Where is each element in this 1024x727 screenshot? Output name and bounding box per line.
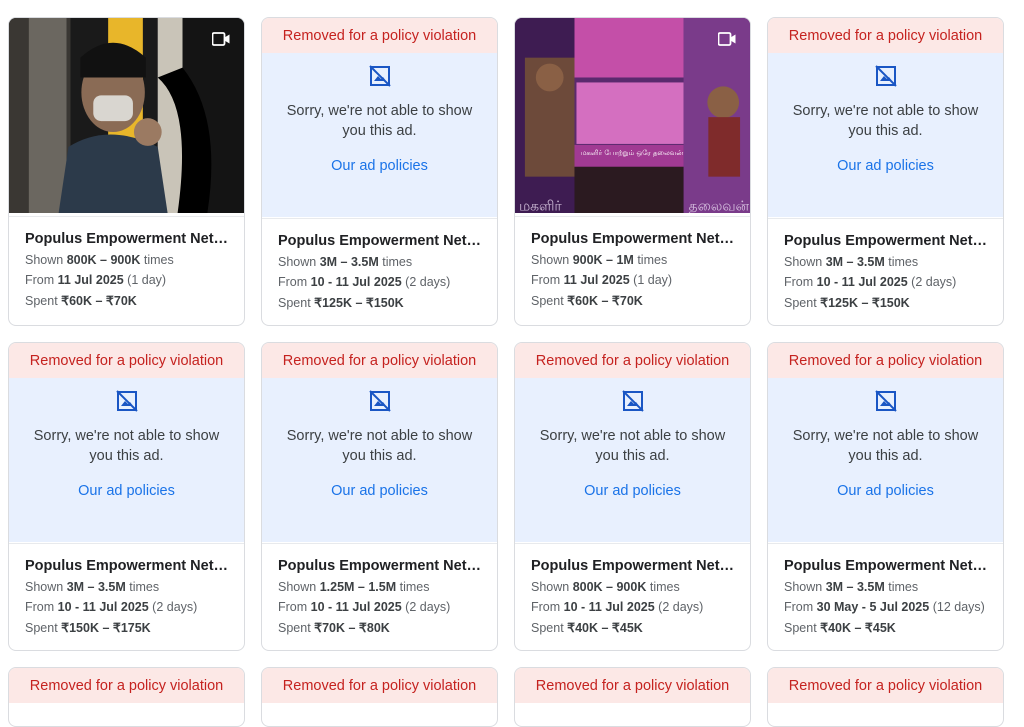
ad-policies-link[interactable]: Our ad policies <box>262 158 497 174</box>
removed-ad-placeholder: Sorry, we're not able to show you this ad… <box>9 378 244 542</box>
image-blocked-icon <box>621 390 644 412</box>
ad-thumbnail-photo <box>9 18 244 214</box>
spend-text: Spent ₹125K – ₹150K <box>784 296 910 310</box>
spend-text: Spent ₹70K – ₹80K <box>278 621 390 635</box>
removed-banner: Removed for a policy violation <box>768 18 1003 53</box>
spend-text: Spent ₹40K – ₹45K <box>531 621 643 635</box>
ad-card-1[interactable]: Populus Empowerment Netw... Shown 800K –… <box>8 17 245 326</box>
ad-card-info: Populus Empowerment Netw... Shown 3M – 3… <box>768 218 1003 325</box>
ad-card-10[interactable]: Removed for a policy violation <box>261 667 498 727</box>
date-range-text: From 11 Jul 2025 (1 day) <box>531 273 673 287</box>
removed-ad-placeholder: Sorry, we're not able to show you this ad… <box>515 378 750 542</box>
ad-card-12[interactable]: Removed for a policy violation <box>767 667 1004 727</box>
ad-card-info: Populus Empowerment Netw... Shown 800K –… <box>515 543 750 650</box>
ad-preview-image[interactable]: மகளிர் போற்றும் ஒரே தலைவன் மகளிர் தலைவன் <box>515 18 750 215</box>
spend-text: Spent ₹60K – ₹70K <box>25 294 137 308</box>
impressions-text: Shown 1.25M – 1.5M times <box>278 580 430 594</box>
image-blocked-icon <box>368 390 391 412</box>
impressions-text: Shown 800K – 900K times <box>531 580 680 594</box>
removed-banner: Removed for a policy violation <box>9 668 244 703</box>
removed-banner: Removed for a policy violation <box>262 668 497 703</box>
removed-banner: Removed for a policy violation <box>768 343 1003 378</box>
date-range-text: From 10 - 11 Jul 2025 (2 days) <box>278 275 451 289</box>
removed-banner: Removed for a policy violation <box>262 18 497 53</box>
impressions-text: Shown 800K – 900K times <box>25 253 174 267</box>
advertiser-name[interactable]: Populus Empowerment Netw... <box>531 558 736 574</box>
ad-card-7[interactable]: Removed for a policy violation Sorry, we… <box>514 342 751 651</box>
ad-overlay-caption: மகளிர் <box>519 198 562 213</box>
ad-policies-link[interactable]: Our ad policies <box>262 483 497 499</box>
ad-card-info: Populus Empowerment Netw... Shown 3M – 3… <box>262 218 497 325</box>
advertiser-name[interactable]: Populus Empowerment Netw... <box>25 231 230 247</box>
date-range-text: From 10 - 11 Jul 2025 (2 days) <box>531 600 704 614</box>
impressions-text: Shown 3M – 3.5M times <box>278 255 413 269</box>
spend-text: Spent ₹40K – ₹45K <box>784 621 896 635</box>
ad-card-9[interactable]: Removed for a policy violation <box>8 667 245 727</box>
removed-ad-placeholder: Sorry, we're not able to show you this ad… <box>262 53 497 217</box>
ad-card-info: Populus Empowerment Netw... Shown 3M – 3… <box>768 543 1003 650</box>
date-range-text: From 11 Jul 2025 (1 day) <box>25 273 167 287</box>
video-camera-icon <box>718 32 736 46</box>
ad-card-11[interactable]: Removed for a policy violation <box>514 667 751 727</box>
ad-card-6[interactable]: Removed for a policy violation Sorry, we… <box>261 342 498 651</box>
not-shown-message: Sorry, we're not able to show you this ad… <box>33 428 220 464</box>
not-shown-message: Sorry, we're not able to show you this ad… <box>792 103 979 139</box>
not-shown-message: Sorry, we're not able to show you this ad… <box>286 428 473 464</box>
removed-banner: Removed for a policy violation <box>768 668 1003 703</box>
advertiser-name[interactable]: Populus Empowerment Netw... <box>278 233 483 249</box>
not-shown-message: Sorry, we're not able to show you this ad… <box>792 428 979 464</box>
spend-text: Spent ₹60K – ₹70K <box>531 294 643 308</box>
ad-card-5[interactable]: Removed for a policy violation Sorry, we… <box>8 342 245 651</box>
impressions-text: Shown 3M – 3.5M times <box>784 580 919 594</box>
advertiser-name[interactable]: Populus Empowerment Netw... <box>784 558 989 574</box>
ad-card-info: Populus Empowerment Netw... Shown 3M – 3… <box>9 543 244 650</box>
ad-card-3[interactable]: மகளிர் போற்றும் ஒரே தலைவன் மகளிர் தலைவன்… <box>514 17 751 326</box>
ad-thumbnail-collage: மகளிர் போற்றும் ஒரே தலைவன் மகளிர் தலைவன் <box>515 18 750 214</box>
advertiser-name[interactable]: Populus Empowerment Netw... <box>25 558 230 574</box>
removed-banner: Removed for a policy violation <box>515 668 750 703</box>
spend-text: Spent ₹125K – ₹150K <box>278 296 404 310</box>
date-range-text: From 10 - 11 Jul 2025 (2 days) <box>278 600 451 614</box>
image-blocked-icon <box>115 390 138 412</box>
removed-ad-placeholder: Sorry, we're not able to show you this ad… <box>262 378 497 542</box>
ad-policies-link[interactable]: Our ad policies <box>515 483 750 499</box>
ad-card-8[interactable]: Removed for a policy violation Sorry, we… <box>767 342 1004 651</box>
date-range-text: From 10 - 11 Jul 2025 (2 days) <box>784 275 957 289</box>
removed-banner: Removed for a policy violation <box>262 343 497 378</box>
ad-card-info: Populus Empowerment Netw... Shown 800K –… <box>9 216 244 325</box>
ad-card-info: Populus Empowerment Netw... Shown 900K –… <box>515 216 750 325</box>
ad-preview-image[interactable] <box>9 18 244 215</box>
ad-card-info: Populus Empowerment Netw... Shown 1.25M … <box>262 543 497 650</box>
impressions-text: Shown 3M – 3.5M times <box>784 255 919 269</box>
ad-policies-link[interactable]: Our ad policies <box>768 483 1003 499</box>
advertiser-name[interactable]: Populus Empowerment Netw... <box>531 231 736 247</box>
ad-policies-link[interactable]: Our ad policies <box>768 158 1003 174</box>
not-shown-message: Sorry, we're not able to show you this ad… <box>286 103 473 139</box>
removed-banner: Removed for a policy violation <box>515 343 750 378</box>
ad-policies-link[interactable]: Our ad policies <box>9 483 244 499</box>
ad-overlay-caption: தலைவன் <box>689 198 750 213</box>
ad-card-4[interactable]: Removed for a policy violation Sorry, we… <box>767 17 1004 326</box>
removed-ad-placeholder: Sorry, we're not able to show you this ad… <box>768 378 1003 542</box>
date-range-text: From 10 - 11 Jul 2025 (2 days) <box>25 600 198 614</box>
date-range-text: From 30 May - 5 Jul 2025 (12 days) <box>784 600 985 614</box>
advertiser-name[interactable]: Populus Empowerment Netw... <box>784 233 989 249</box>
impressions-text: Shown 900K – 1M times <box>531 253 668 267</box>
removed-ad-placeholder: Sorry, we're not able to show you this ad… <box>768 53 1003 217</box>
impressions-text: Shown 3M – 3.5M times <box>25 580 160 594</box>
advertiser-name[interactable]: Populus Empowerment Netw... <box>278 558 483 574</box>
ad-overlay-text: மகளிர் போற்றும் ஒரே தலைவன் <box>581 149 684 157</box>
image-blocked-icon <box>874 390 897 412</box>
ad-card-2[interactable]: Removed for a policy violation Sorry, we… <box>261 17 498 326</box>
image-blocked-icon <box>368 65 391 87</box>
image-blocked-icon <box>874 65 897 87</box>
spend-text: Spent ₹150K – ₹175K <box>25 621 151 635</box>
removed-banner: Removed for a policy violation <box>9 343 244 378</box>
video-camera-icon <box>212 32 230 46</box>
not-shown-message: Sorry, we're not able to show you this ad… <box>539 428 726 464</box>
